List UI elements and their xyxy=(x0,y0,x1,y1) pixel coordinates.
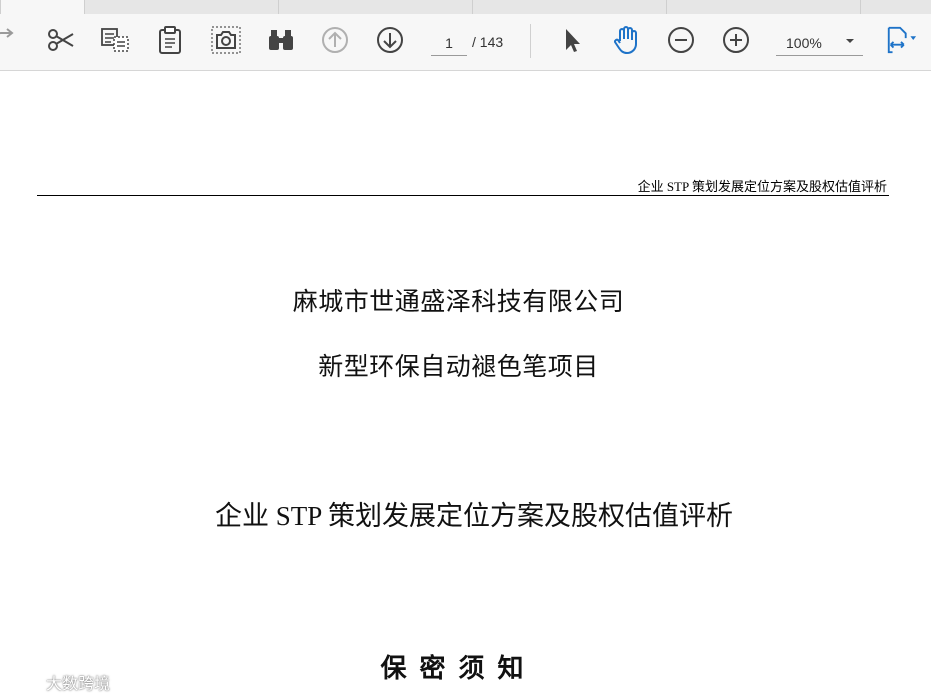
confidentiality-heading: 保密须知 xyxy=(380,654,537,684)
paste-button[interactable] xyxy=(154,24,186,56)
watermark-text: 大数跨境 xyxy=(46,674,111,693)
zoom-out-button[interactable] xyxy=(665,24,697,56)
project-name: 新型环保自动褪色笔项目 xyxy=(318,352,599,381)
zoom-in-button[interactable] xyxy=(720,24,752,56)
toolbar: / 143 100% xyxy=(0,14,931,71)
hand-tool-icon xyxy=(614,26,637,54)
select-tool-button[interactable] xyxy=(556,24,588,56)
scissors-icon xyxy=(48,29,74,51)
fit-page-icon xyxy=(887,26,917,54)
zoom-out-icon xyxy=(668,27,694,53)
find-binoculars-icon xyxy=(269,30,293,50)
hand-tool-button[interactable] xyxy=(610,24,642,56)
watermark-logo-icon xyxy=(7,674,42,690)
page-down-icon xyxy=(377,27,403,53)
redo-button[interactable] xyxy=(0,24,20,56)
redo-icon xyxy=(0,28,14,38)
tab-2[interactable] xyxy=(84,0,278,14)
company-name: 麻城市世通盛泽科技有限公司 xyxy=(292,287,625,316)
tab-6[interactable] xyxy=(860,0,931,14)
next-page-button[interactable] xyxy=(374,24,406,56)
page-up-icon xyxy=(322,27,348,53)
tab-1[interactable] xyxy=(0,0,84,14)
tab-5[interactable] xyxy=(666,0,860,14)
zoom-in-icon xyxy=(723,27,749,53)
snapshot-camera-icon xyxy=(211,26,241,54)
running-header: 企业 STP 策划发展定位方案及股权估值评析 xyxy=(637,179,887,194)
clipboard-icon xyxy=(159,26,181,54)
cut-button[interactable] xyxy=(45,24,77,56)
report-title: 企业 STP 策划发展定位方案及股权估值评析 xyxy=(214,501,734,531)
page-number-input[interactable] xyxy=(431,31,467,56)
zoom-value: 100% xyxy=(786,35,822,51)
select-cursor-icon xyxy=(566,29,580,52)
document-page: 企业 STP 策划发展定位方案及股权估值评析 麻城市世通盛泽科技有限公司 新型环… xyxy=(0,72,931,700)
previous-page-button[interactable] xyxy=(319,24,351,56)
page-total-label: / 143 xyxy=(472,34,504,50)
copy-button[interactable] xyxy=(99,24,131,56)
snapshot-button[interactable] xyxy=(210,24,242,56)
copy-icon xyxy=(101,28,129,52)
chevron-down-icon xyxy=(846,39,854,43)
find-button[interactable] xyxy=(265,24,297,56)
zoom-dropdown[interactable]: 100% xyxy=(776,30,863,56)
toolbar-divider xyxy=(530,24,531,58)
tab-3[interactable] xyxy=(278,0,472,14)
watermark: 大数跨境 xyxy=(6,670,110,694)
fit-page-button[interactable] xyxy=(885,24,917,56)
tab-4[interactable] xyxy=(472,0,666,14)
header-rule xyxy=(37,195,889,196)
tab-strip xyxy=(0,0,931,15)
